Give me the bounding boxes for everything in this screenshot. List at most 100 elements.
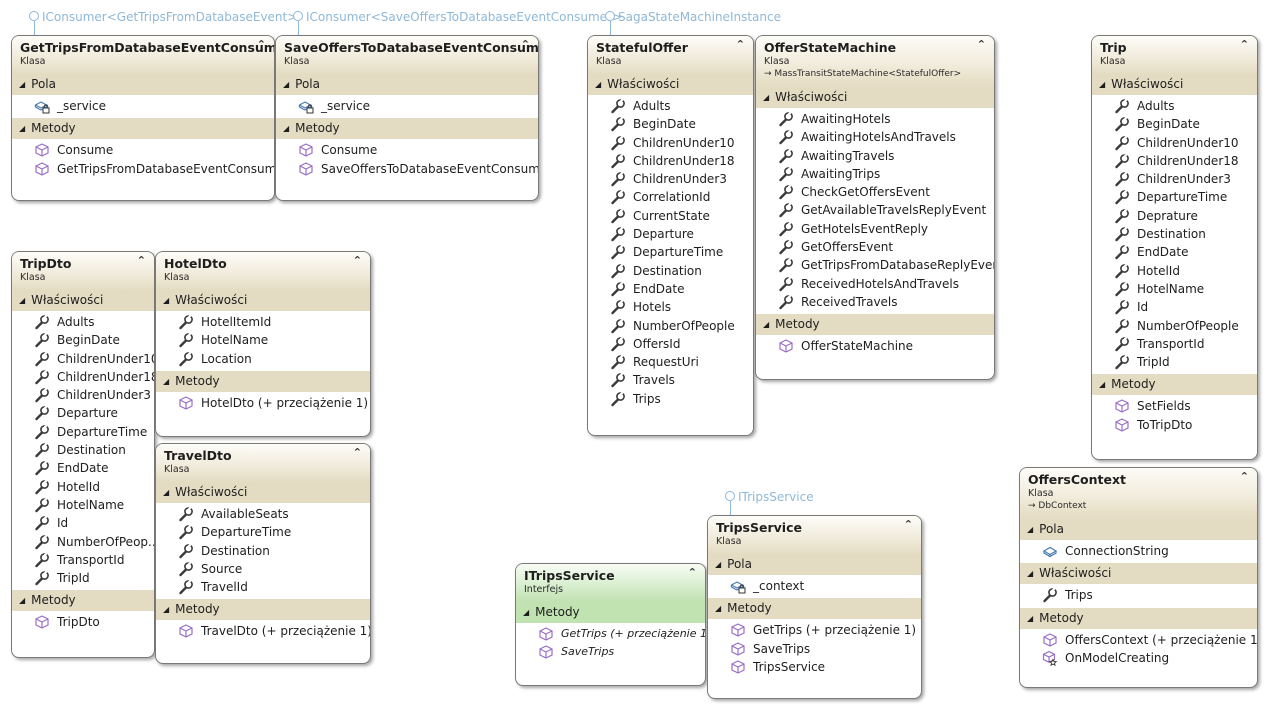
member-item[interactable]: Travels: [588, 371, 753, 389]
member-item[interactable]: GetTripsFromDatabaseReplyEvent: [756, 256, 994, 274]
member-item[interactable]: AwaitingHotelsAndTravels: [756, 128, 994, 146]
section-header-methods[interactable]: ◢ Metody: [1020, 607, 1257, 629]
section-header-methods[interactable]: ◢ Metody: [156, 370, 370, 392]
collapse-chevron-icon[interactable]: ⌃: [257, 39, 266, 51]
member-item[interactable]: OffersId: [588, 335, 753, 353]
member-item[interactable]: DepartureTime: [1092, 188, 1257, 206]
member-item[interactable]: NumberOfPeople: [1092, 317, 1257, 335]
member-item[interactable]: DepartureTime: [12, 423, 154, 441]
box-header[interactable]: TripDto Klasa ⌃: [12, 252, 154, 290]
member-item[interactable]: Destination: [588, 262, 753, 280]
member-item[interactable]: ConnectionString: [1020, 542, 1257, 560]
section-toggle-icon[interactable]: ◢: [715, 554, 721, 575]
member-item[interactable]: Hotels: [588, 298, 753, 316]
member-item[interactable]: Destination: [156, 542, 370, 560]
collapse-chevron-icon[interactable]: ⌃: [1240, 39, 1249, 51]
member-item[interactable]: Id: [1092, 298, 1257, 316]
section-header-methods[interactable]: ◢ Metody: [12, 590, 154, 612]
member-item[interactable]: EndDate: [1092, 243, 1257, 261]
class-box-hoteldto[interactable]: HotelDto Klasa ⌃ ◢ Właściwości HotelItemId Hot…: [155, 251, 371, 437]
section-header-fields[interactable]: ◢ Pola: [1020, 519, 1257, 540]
member-item[interactable]: Departure: [12, 404, 154, 422]
member-item[interactable]: SaveOffersToDatabaseEventConsumer: [276, 160, 538, 178]
class-box-tripsservice[interactable]: TripsService Klasa ⌃ ◢ Pola _context ◢ Metody Ge…: [707, 515, 922, 699]
member-item[interactable]: NumberOfPeople: [588, 317, 753, 335]
member-item[interactable]: CorrelationId: [588, 188, 753, 206]
member-item[interactable]: SetFields: [1092, 397, 1257, 415]
section-toggle-icon[interactable]: ◢: [19, 290, 25, 311]
box-header[interactable]: GetTripsFromDatabaseEventConsumer Klasa ⌃: [12, 36, 274, 74]
member-item[interactable]: Trips: [1020, 586, 1257, 604]
collapse-chevron-icon[interactable]: ⌃: [977, 39, 986, 51]
member-item[interactable]: Destination: [1092, 225, 1257, 243]
member-item[interactable]: ChildrenUnder18: [12, 368, 154, 386]
member-item[interactable]: DepartureTime: [588, 243, 753, 261]
member-item[interactable]: ChildrenUnder10: [588, 134, 753, 152]
member-item[interactable]: Trips: [588, 390, 753, 408]
member-item[interactable]: AwaitingTravels: [756, 147, 994, 165]
member-item[interactable]: Deprature: [1092, 207, 1257, 225]
class-box-offerstatemachine[interactable]: OfferStateMachine Klasa → MassTransitState…: [755, 35, 995, 380]
collapse-chevron-icon[interactable]: ⌃: [353, 255, 362, 267]
section-toggle-icon[interactable]: ◢: [1027, 563, 1033, 584]
collapse-chevron-icon[interactable]: ⌃: [353, 447, 362, 459]
member-item[interactable]: SaveTrips: [516, 643, 705, 661]
section-header-methods[interactable]: ◢ Metody: [516, 602, 705, 623]
member-item[interactable]: CheckGetOffersEvent: [756, 183, 994, 201]
member-item[interactable]: OffersContext (+ przeciążenie 1): [1020, 631, 1257, 649]
member-item[interactable]: BeginDate: [588, 115, 753, 133]
member-item[interactable]: TransportId: [12, 551, 154, 569]
member-item[interactable]: GetAvailableTravelsReplyEvent: [756, 201, 994, 219]
section-header-methods[interactable]: ◢ Metody: [1092, 374, 1257, 396]
class-box-tripdto[interactable]: TripDto Klasa ⌃ ◢ Właściwości Adults BeginDate…: [11, 251, 155, 658]
class-box-statefuloffer[interactable]: StatefulOffer Klasa ⌃ ◢ Właściwości Adults Beg…: [587, 35, 754, 436]
section-toggle-icon[interactable]: ◢: [595, 74, 601, 95]
collapse-chevron-icon[interactable]: ⌃: [736, 39, 745, 51]
collapse-chevron-icon[interactable]: ⌃: [688, 567, 697, 579]
class-box-saveofferstodatabaseeventconsumer[interactable]: SaveOffersToDatabaseEventConsumer Klasa ⌃ ◢…: [275, 35, 539, 201]
member-item[interactable]: ChildrenUnder3: [588, 170, 753, 188]
member-item[interactable]: TripId: [12, 569, 154, 587]
member-item[interactable]: GetTrips (+ przeciążenie 1): [708, 621, 921, 639]
collapse-chevron-icon[interactable]: ⌃: [904, 519, 913, 531]
section-toggle-icon[interactable]: ◢: [283, 74, 289, 95]
box-header[interactable]: TripsService Klasa ⌃: [708, 516, 921, 554]
section-header-properties[interactable]: ◢ Właściwości: [588, 74, 753, 95]
member-item[interactable]: OnModelCreating: [1020, 649, 1257, 667]
box-header[interactable]: TravelDto Klasa ⌃: [156, 444, 370, 482]
member-item[interactable]: AwaitingTrips: [756, 165, 994, 183]
member-item[interactable]: _service: [276, 97, 538, 115]
section-toggle-icon[interactable]: ◢: [19, 74, 25, 95]
box-header[interactable]: HotelDto Klasa ⌃: [156, 252, 370, 290]
member-item[interactable]: BeginDate: [1092, 115, 1257, 133]
section-toggle-icon[interactable]: ◢: [283, 118, 289, 139]
class-box-gettripsfromdatabaseeventconsumer[interactable]: GetTripsFromDatabaseEventConsumer Klasa ⌃ ◢…: [11, 35, 275, 201]
section-header-properties[interactable]: ◢ Właściwości: [756, 87, 994, 108]
section-header-fields[interactable]: ◢ Pola: [12, 74, 274, 95]
section-header-properties[interactable]: ◢ Właściwości: [1092, 74, 1257, 95]
member-item[interactable]: DepartureTime: [156, 523, 370, 541]
box-header[interactable]: StatefulOffer Klasa ⌃: [588, 36, 753, 74]
member-item[interactable]: Consume: [276, 141, 538, 159]
member-item[interactable]: ChildrenUnder18: [588, 152, 753, 170]
section-toggle-icon[interactable]: ◢: [1099, 74, 1105, 95]
member-item[interactable]: TravelId: [156, 578, 370, 596]
section-toggle-icon[interactable]: ◢: [163, 599, 169, 620]
section-toggle-icon[interactable]: ◢: [715, 598, 721, 619]
member-item[interactable]: ReceivedTravels: [756, 293, 994, 311]
member-item[interactable]: GetTripsFromDatabaseEventConsumer: [12, 160, 274, 178]
member-item[interactable]: AwaitingHotels: [756, 110, 994, 128]
section-header-methods[interactable]: ◢ Metody: [708, 598, 921, 620]
member-item[interactable]: ChildrenUnder3: [1092, 170, 1257, 188]
interface-box-itripsservice[interactable]: ITripsService Interfejs ⌃ ◢ Metody GetTrips (…: [515, 563, 706, 686]
member-item[interactable]: TravelDto (+ przeciążenie 1): [156, 622, 370, 640]
section-header-properties[interactable]: ◢ Właściwości: [156, 482, 370, 503]
box-header[interactable]: OffersContext Klasa → DbContext ⌃: [1020, 468, 1257, 519]
section-toggle-icon[interactable]: ◢: [523, 602, 529, 623]
collapse-chevron-icon[interactable]: ⌃: [521, 39, 530, 51]
member-item[interactable]: HotelName: [156, 331, 370, 349]
member-item[interactable]: OfferStateMachine: [756, 337, 994, 355]
member-item[interactable]: GetOffersEvent: [756, 238, 994, 256]
section-toggle-icon[interactable]: ◢: [1099, 374, 1105, 395]
section-header-properties[interactable]: ◢ Właściwości: [12, 290, 154, 311]
